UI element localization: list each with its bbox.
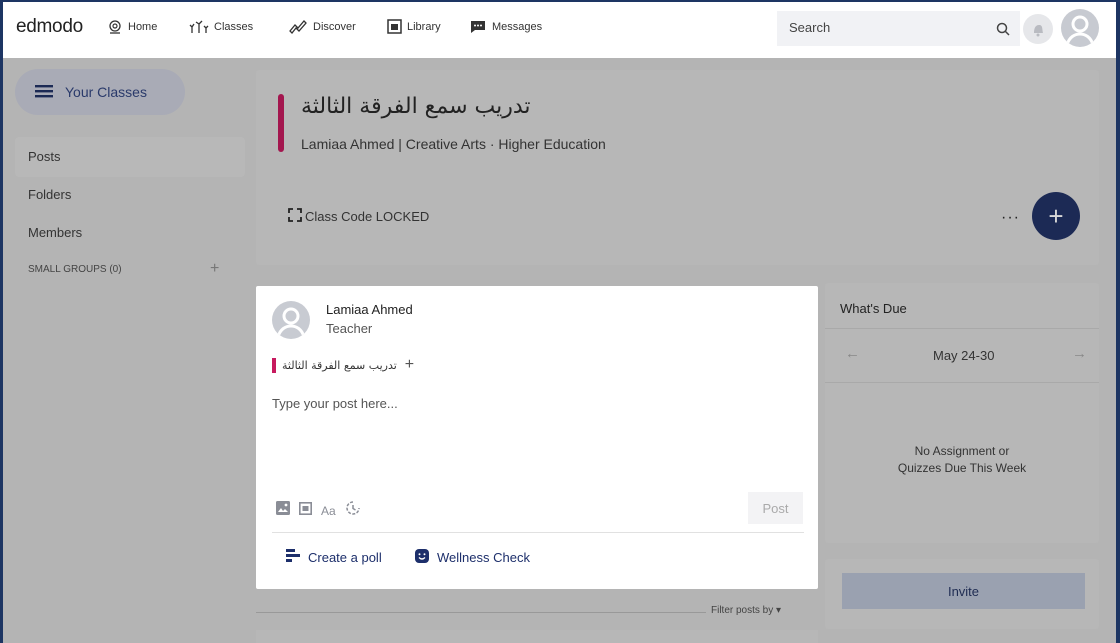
class-code-label: Class Code LOCKED bbox=[305, 209, 430, 224]
filter-posts-dropdown[interactable]: Filter posts by ▾ bbox=[711, 605, 781, 616]
whats-due-card bbox=[825, 283, 1099, 543]
nav-messages[interactable]: Messages bbox=[469, 19, 542, 34]
schedule-icon[interactable] bbox=[345, 500, 361, 521]
discover-icon bbox=[288, 19, 308, 35]
class-subtitle: Lamiaa Ahmed | Creative Arts · Higher Ed… bbox=[301, 136, 606, 152]
code-frame-icon bbox=[288, 208, 302, 225]
create-button[interactable]: + bbox=[1032, 192, 1080, 240]
wellness-check-label: Wellness Check bbox=[437, 550, 530, 565]
post-target[interactable]: تدريب سمع الفرقة الثالثة + bbox=[272, 356, 414, 374]
nav-messages-label: Messages bbox=[492, 20, 543, 33]
search-icon[interactable] bbox=[996, 22, 1010, 41]
class-accent-bar bbox=[278, 94, 284, 152]
logo[interactable]: edmodo bbox=[16, 16, 83, 38]
search-box[interactable]: Search bbox=[777, 11, 1020, 46]
nav-classes[interactable]: Classes bbox=[189, 19, 253, 35]
small-groups-label: SMALL GROUPS (0) bbox=[28, 264, 122, 275]
text-format-icon[interactable]: Aa bbox=[321, 504, 336, 518]
create-poll-label: Create a poll bbox=[308, 549, 382, 565]
more-options-icon[interactable]: ··· bbox=[1001, 209, 1020, 227]
next-week-arrow-icon[interactable]: → bbox=[1072, 345, 1087, 362]
add-recipient-icon[interactable]: + bbox=[405, 356, 414, 374]
nav-classes-label: Classes bbox=[214, 21, 254, 33]
create-poll-button[interactable]: Create a poll bbox=[286, 549, 382, 565]
nav-home-label: Home bbox=[128, 21, 158, 33]
sidebar-item-folders[interactable]: Folders bbox=[28, 187, 71, 202]
search-input[interactable]: Search bbox=[789, 20, 830, 35]
divider bbox=[825, 382, 1099, 383]
no-assignments-line-1: No Assignment or bbox=[914, 444, 1010, 458]
divider bbox=[272, 532, 804, 533]
user-avatar[interactable] bbox=[1061, 9, 1099, 47]
composer-toolbar: Aa bbox=[276, 500, 361, 521]
post-button[interactable]: Post bbox=[748, 492, 803, 524]
home-icon bbox=[107, 19, 123, 35]
nav-discover-label: Discover bbox=[313, 21, 356, 33]
nav-discover[interactable]: Discover bbox=[288, 19, 356, 35]
notifications-button[interactable] bbox=[1023, 14, 1053, 44]
nav-library[interactable]: Library bbox=[387, 19, 441, 34]
author-role: Teacher bbox=[326, 321, 373, 336]
nav-library-label: Library bbox=[407, 20, 441, 33]
your-classes-label: Your Classes bbox=[65, 84, 147, 100]
library-icon bbox=[387, 19, 402, 34]
invite-button[interactable]: Invite bbox=[842, 573, 1085, 609]
whats-due-title: What's Due bbox=[840, 301, 907, 316]
classes-icon bbox=[189, 19, 209, 35]
messages-icon bbox=[469, 19, 487, 34]
poll-icon bbox=[286, 549, 300, 565]
top-nav: edmodo Home Classes Discover Library Mes… bbox=[3, 2, 1116, 58]
feed-card bbox=[256, 630, 818, 643]
post-composer: Lamiaa Ahmed Teacher تدريب سمع الفرقة ال… bbox=[256, 286, 818, 589]
post-input[interactable] bbox=[272, 396, 802, 486]
nav-home[interactable]: Home bbox=[107, 19, 157, 35]
no-assignments-line-2: Quizzes Due This Week bbox=[897, 461, 1027, 475]
author-avatar bbox=[272, 301, 310, 339]
class-color-bar bbox=[272, 357, 276, 373]
author-name: Lamiaa Ahmed bbox=[326, 302, 413, 317]
no-assignments-message: No Assignment or Quizzes Due This Week bbox=[825, 443, 1099, 477]
wellness-check-button[interactable]: Wellness Check bbox=[415, 549, 530, 566]
plus-icon: + bbox=[1048, 200, 1064, 231]
class-title: تدريب سمع الفرقة الثالثة bbox=[301, 94, 531, 119]
add-small-group-icon[interactable]: + bbox=[210, 260, 219, 278]
divider bbox=[825, 328, 1099, 329]
sidebar-item-members[interactable]: Members bbox=[28, 225, 82, 240]
bell-icon bbox=[1034, 25, 1043, 37]
image-icon[interactable] bbox=[276, 501, 290, 520]
menu-icon bbox=[35, 84, 53, 101]
due-date-range: May 24-30 bbox=[933, 348, 995, 363]
wellness-icon bbox=[415, 549, 429, 566]
app-window: edmodo Home Classes Discover Library Mes… bbox=[3, 2, 1116, 643]
feed-divider bbox=[256, 612, 706, 613]
library-icon[interactable] bbox=[299, 501, 312, 520]
target-class-name: تدريب سمع الفرقة الثالثة bbox=[282, 358, 397, 372]
prev-week-arrow-icon[interactable]: ← bbox=[845, 345, 860, 362]
your-classes-button[interactable]: Your Classes bbox=[15, 69, 185, 115]
class-code[interactable]: Class Code LOCKED bbox=[288, 208, 429, 225]
sidebar-item-posts[interactable]: Posts bbox=[28, 149, 61, 164]
